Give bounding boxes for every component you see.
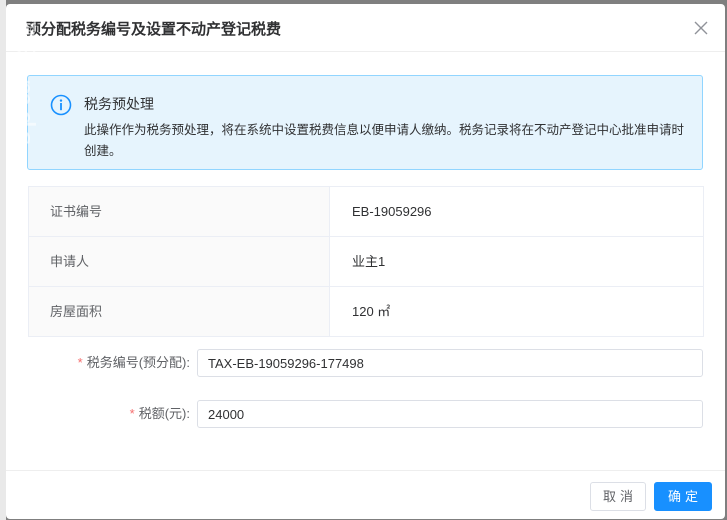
close-icon[interactable] bbox=[691, 18, 711, 38]
required-mark: * bbox=[77, 355, 83, 370]
table-row: 证书编号 EB-19059296 bbox=[29, 187, 704, 237]
tax-no-label: * 税务编号(预分配): bbox=[78, 349, 190, 377]
required-mark: * bbox=[129, 406, 135, 421]
applicant-label: 申请人 bbox=[29, 237, 330, 286]
tax-amount-input[interactable] bbox=[197, 400, 703, 428]
alert-description: 此操作作为税务预处理，将在系统中设置税费信息以便申请人缴纳。税务记录将在不动产登… bbox=[84, 123, 685, 158]
alert-title: 税务预处理 bbox=[84, 96, 154, 112]
confirm-button[interactable]: 确定 bbox=[654, 482, 712, 511]
table-row: 申请人 业主1 bbox=[29, 237, 704, 287]
certificate-no-value: EB-19059296 bbox=[330, 187, 704, 236]
table-row: 房屋面积 120 ㎡ bbox=[29, 287, 704, 337]
certificate-no-label: 证书编号 bbox=[29, 187, 330, 236]
dialog-title: 预分配税务编号及设置不动产登记税费 bbox=[26, 21, 282, 38]
info-circle-icon bbox=[50, 94, 72, 116]
tax-amount-label: * 税额(元): bbox=[130, 400, 190, 428]
tax-no-label-text: 税务编号(预分配): bbox=[86, 355, 190, 370]
dialog-footer: 取消 确定 bbox=[6, 470, 725, 519]
house-area-value: 120 ㎡ bbox=[330, 287, 704, 336]
applicant-value: 业主1 bbox=[330, 237, 704, 286]
dialog-header: 预分配税务编号及设置不动产登记税费 bbox=[6, 4, 725, 52]
tax-no-input[interactable] bbox=[197, 349, 703, 377]
tax-dialog: 预分配税务编号及设置不动产登记税费 税务预处理 此操作作为税务预处理，将在系统中… bbox=[6, 4, 725, 519]
house-area-label: 房屋面积 bbox=[29, 287, 330, 336]
info-alert: 税务预处理 此操作作为税务预处理，将在系统中设置税费信息以便申请人缴纳。税务记录… bbox=[27, 75, 703, 170]
certificate-info-table: 证书编号 EB-19059296 申请人 业主1 房屋面积 120 ㎡ bbox=[28, 186, 704, 337]
tax-amount-form-item: * 税额(元): bbox=[6, 400, 725, 428]
tax-no-form-item: * 税务编号(预分配): bbox=[6, 349, 725, 377]
cancel-button[interactable]: 取消 bbox=[590, 482, 646, 511]
tax-amount-label-text: 税额(元): bbox=[138, 406, 190, 421]
